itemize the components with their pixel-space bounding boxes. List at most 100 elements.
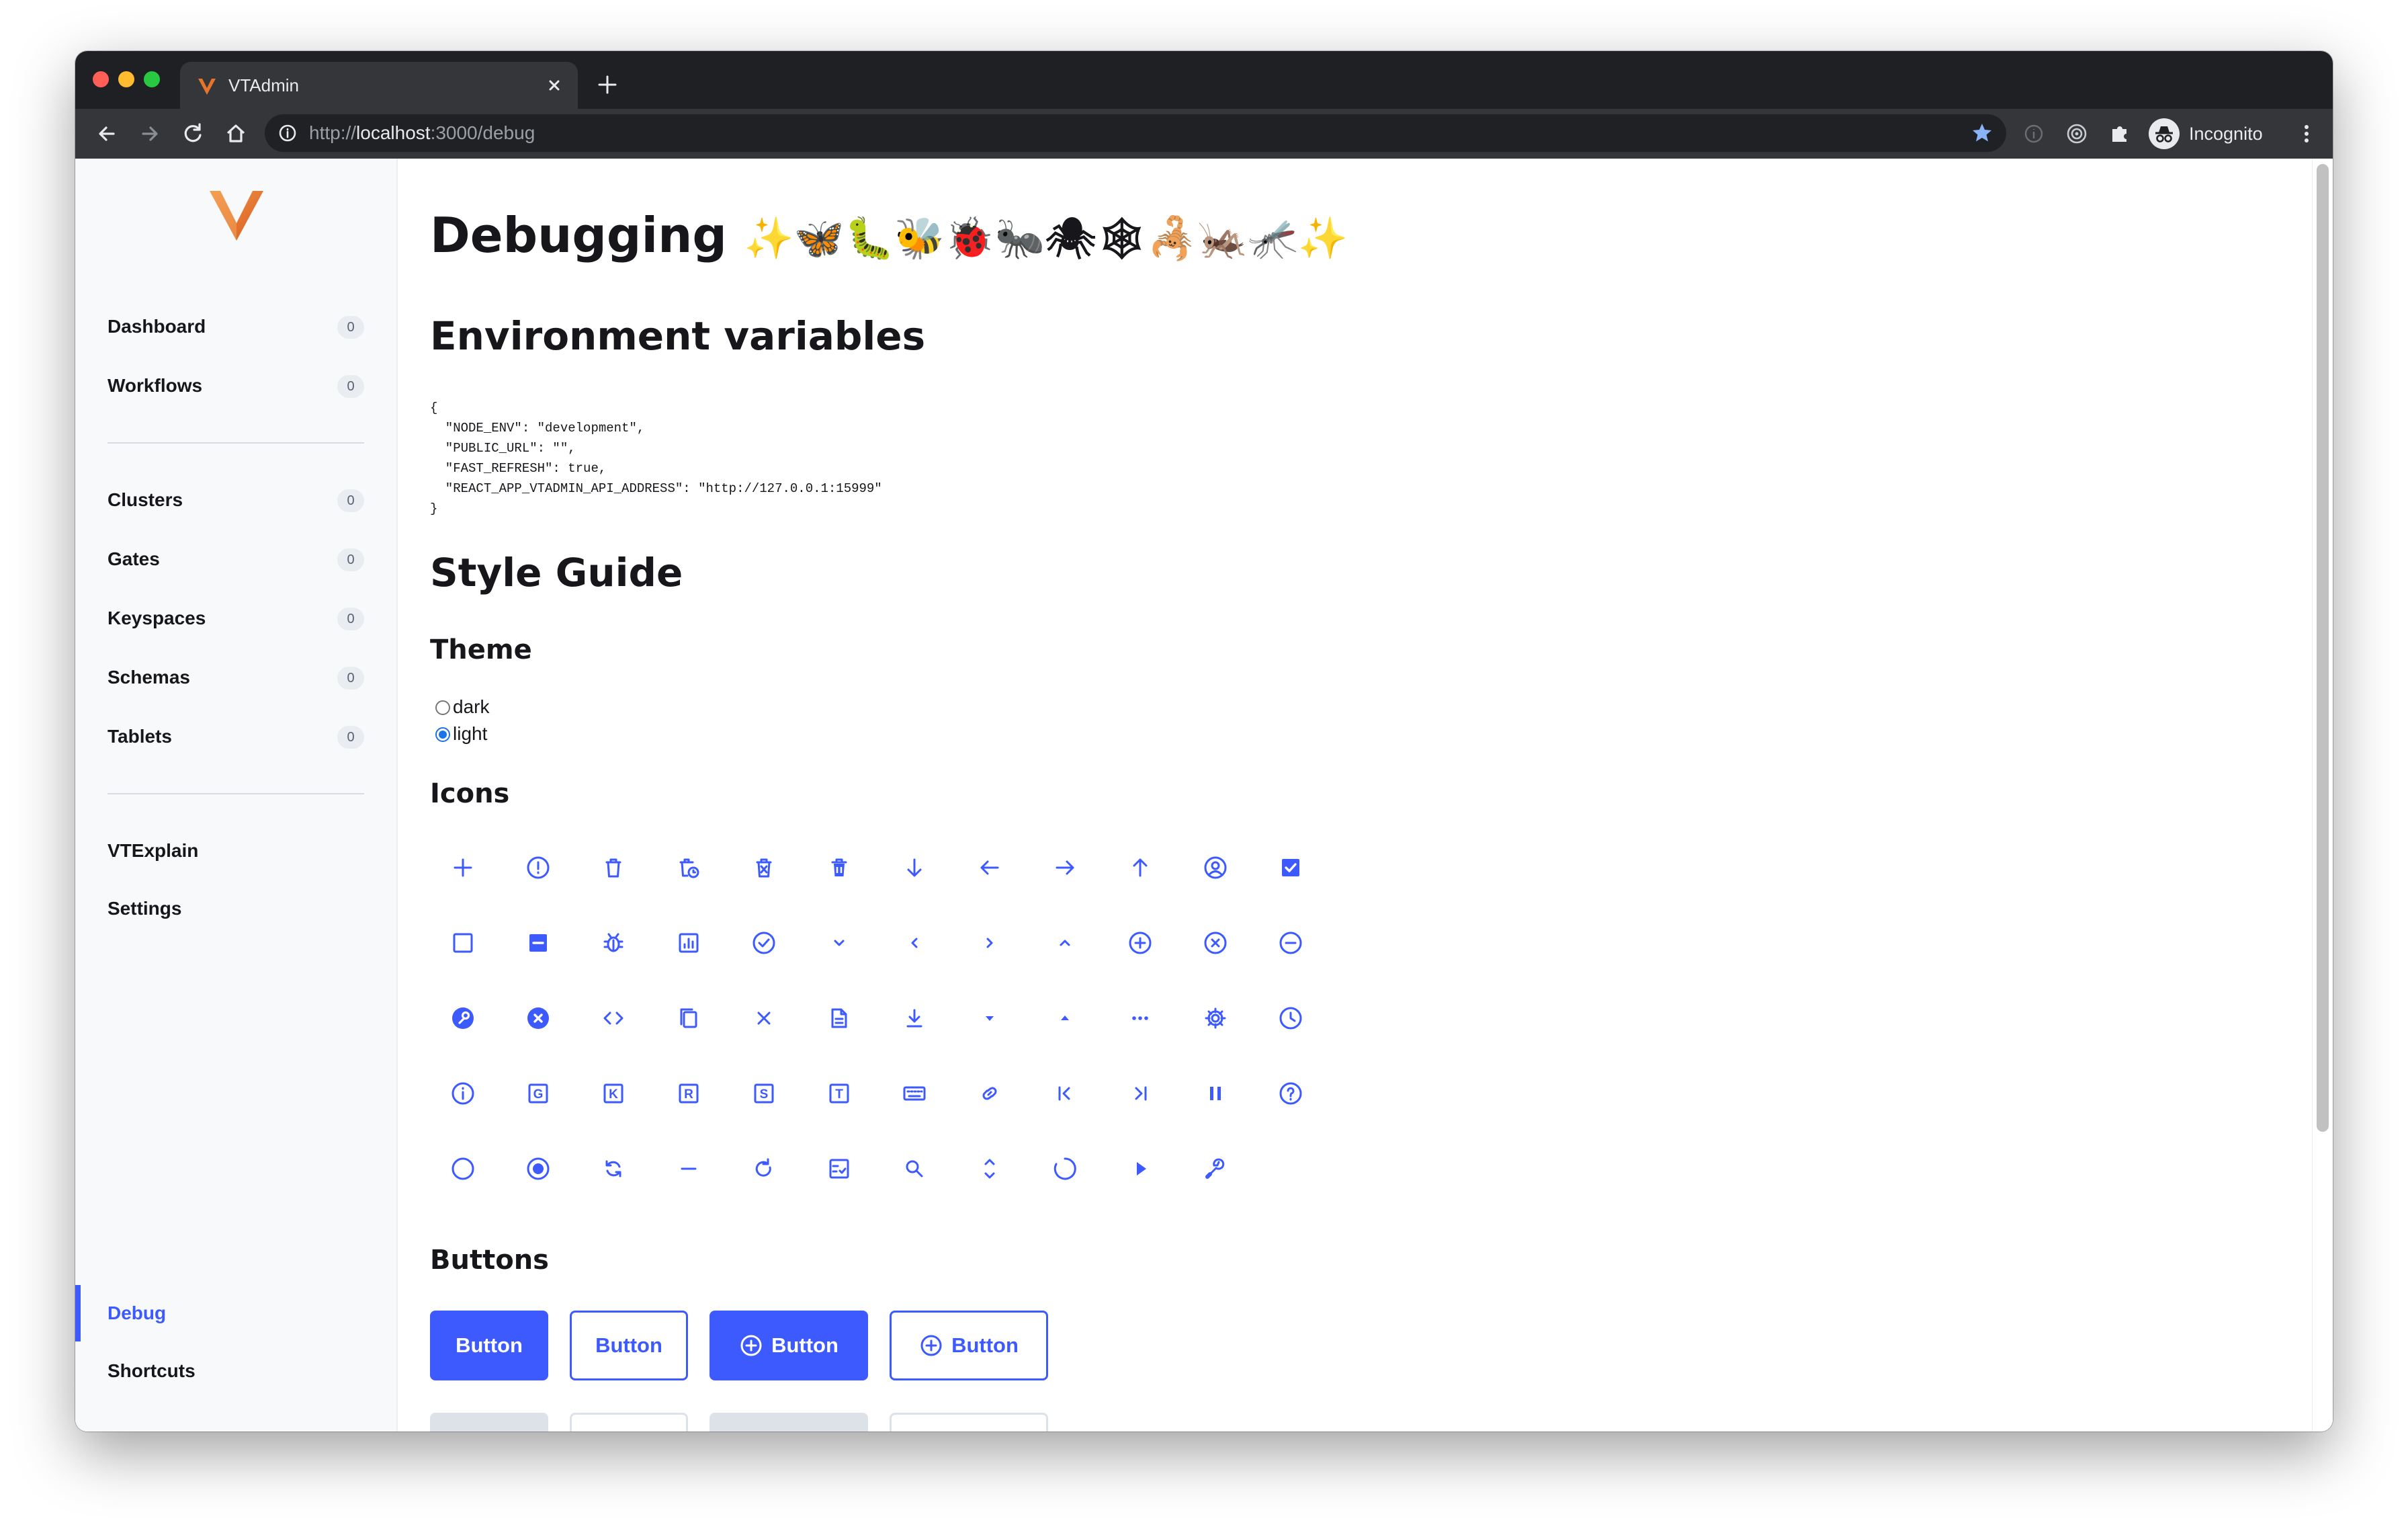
add-circle-icon: [920, 1335, 942, 1356]
bug-icon: [597, 927, 630, 959]
incognito-icon[interactable]: [2149, 118, 2180, 149]
checklist-icon: [823, 1153, 855, 1185]
bookmark-star-icon[interactable]: [1970, 121, 1994, 145]
page-title: Debugging ✨🦋🐛🐝🐞🐜🕷🕸🦂🦗🦟✨: [430, 207, 1348, 263]
button-label: Button: [951, 1333, 1019, 1357]
chevron-down-icon: [823, 927, 855, 959]
scrollbar[interactable]: [2312, 159, 2333, 1432]
sidebar-item-label: Shortcuts: [108, 1360, 196, 1381]
sidebar-divider: [108, 442, 364, 444]
document-icon: [823, 1002, 855, 1034]
maximize-window-button[interactable]: [144, 71, 160, 87]
sidebar-item-workflows[interactable]: Workflows 0: [108, 366, 364, 406]
radio-empty-icon: [447, 1153, 479, 1185]
count-badge: 0: [337, 489, 364, 512]
reload-icon[interactable]: [179, 120, 207, 148]
sidebar-item-debug[interactable]: Debug: [108, 1293, 364, 1333]
pause-icon: [1199, 1077, 1232, 1110]
svg-text:R: R: [684, 1087, 693, 1102]
svg-text:T: T: [835, 1087, 843, 1102]
remove-circle-icon: [1275, 927, 1307, 959]
new-tab-icon[interactable]: [594, 71, 621, 98]
spinner-icon: [1049, 1153, 1081, 1185]
sidebar-item-label: Workflows: [108, 375, 203, 396]
sidebar-item-gates[interactable]: Gates 0: [108, 539, 364, 579]
refresh-icon: [597, 1153, 630, 1185]
primary-button[interactable]: Button: [430, 1311, 548, 1380]
close-tab-icon[interactable]: [543, 74, 566, 97]
sidebar-item-dashboard[interactable]: Dashboard 0: [108, 306, 364, 347]
sidebar-item-label: Debug: [108, 1302, 167, 1323]
minimize-window-button[interactable]: [118, 71, 134, 87]
tab-strip: VTAdmin: [75, 51, 2333, 109]
sidebar-item-label: Tablets: [108, 726, 172, 747]
first-page-icon: [1049, 1077, 1081, 1110]
secondary-button[interactable]: Button: [570, 1311, 688, 1380]
browser-menu-icon[interactable]: [2292, 120, 2321, 148]
primary-icon-button[interactable]: Button: [710, 1311, 868, 1380]
checkbox-checked-icon: [1275, 852, 1307, 884]
tab-title: VTAdmin: [228, 75, 299, 95]
icon-grid: GKRST: [430, 835, 1303, 1211]
keyspace-icon: K: [597, 1077, 630, 1110]
count-badge: 0: [337, 375, 364, 398]
vtadmin-logo-icon[interactable]: [208, 190, 265, 242]
vtadmin-favicon-icon: [198, 79, 216, 95]
back-icon[interactable]: [93, 120, 121, 148]
sidebar-divider: [108, 793, 364, 794]
browser-tab[interactable]: VTAdmin: [180, 62, 578, 109]
gate-icon: G: [522, 1077, 554, 1110]
delete-clock-icon: [673, 852, 705, 884]
sidebar-item-clusters[interactable]: Clusters 0: [108, 480, 364, 520]
count-badge: 0: [337, 726, 364, 749]
sidebar-item-vtexplain[interactable]: VTExplain: [108, 831, 364, 871]
radio-dark[interactable]: [435, 700, 450, 715]
radio-light[interactable]: [435, 727, 450, 742]
sidebar-item-shortcuts[interactable]: Shortcuts: [108, 1351, 364, 1391]
page-title-text: Debugging: [430, 207, 727, 263]
extension-target-icon[interactable]: [2063, 120, 2091, 148]
close-icon: [748, 1002, 780, 1034]
arrow-right-icon: [1049, 852, 1081, 884]
sidebar-item-schemas[interactable]: Schemas 0: [108, 657, 364, 698]
theme-option-dark[interactable]: dark: [435, 696, 489, 718]
secondary-icon-button[interactable]: Button: [890, 1311, 1048, 1380]
url-text: http://localhost:3000/debug: [309, 122, 535, 144]
caret-up-icon: [1049, 1002, 1081, 1034]
search-icon: [898, 1153, 931, 1185]
disabled-primary-button: [430, 1413, 548, 1432]
sidebar-item-settings[interactable]: Settings: [108, 888, 364, 929]
buttons-heading: Buttons: [430, 1245, 549, 1276]
home-icon[interactable]: [222, 120, 250, 148]
address-bar[interactable]: http://localhost:3000/debug: [265, 114, 2006, 152]
scrollbar-thumb[interactable]: [2317, 164, 2329, 1132]
wrench-circle-icon: [447, 1002, 479, 1034]
delete-trash-icon: [823, 852, 855, 884]
code-icon: [597, 1002, 630, 1034]
extensions-puzzle-icon[interactable]: [2106, 120, 2134, 148]
account-circle-icon: [1199, 852, 1232, 884]
button-label: Button: [771, 1333, 838, 1357]
site-info-icon[interactable]: [277, 122, 298, 144]
sidebar-item-tablets[interactable]: Tablets 0: [108, 716, 364, 757]
sidebar-item-label: VTExplain: [108, 840, 199, 861]
main-content: Debugging ✨🦋🐛🐝🐞🐜🕷🕸🦂🦗🦟✨ Environment varia…: [430, 159, 2298, 1432]
sidebar-item-keyspaces[interactable]: Keyspaces 0: [108, 598, 364, 638]
help-circle-icon: [1275, 1077, 1307, 1110]
count-badge: 0: [337, 316, 364, 339]
incognito-label[interactable]: Incognito: [2189, 124, 2263, 144]
theme-option-light[interactable]: light: [435, 723, 487, 745]
icons-heading: Icons: [430, 778, 510, 809]
download-icon: [898, 1002, 931, 1034]
env-heading: Environment variables: [430, 313, 926, 359]
forward-icon[interactable]: [136, 120, 164, 148]
extension-info-icon[interactable]: [2020, 120, 2048, 148]
close-window-button[interactable]: [93, 71, 109, 87]
sidebar-item-label: Settings: [108, 898, 182, 919]
sidebar-item-label: Dashboard: [108, 316, 206, 337]
url-path: :3000/debug: [430, 122, 535, 143]
add-circle-icon: [1124, 927, 1156, 959]
delete-box-icon: [748, 852, 780, 884]
button-label: Button: [456, 1333, 523, 1357]
more-horizontal-icon: [1124, 1002, 1156, 1034]
